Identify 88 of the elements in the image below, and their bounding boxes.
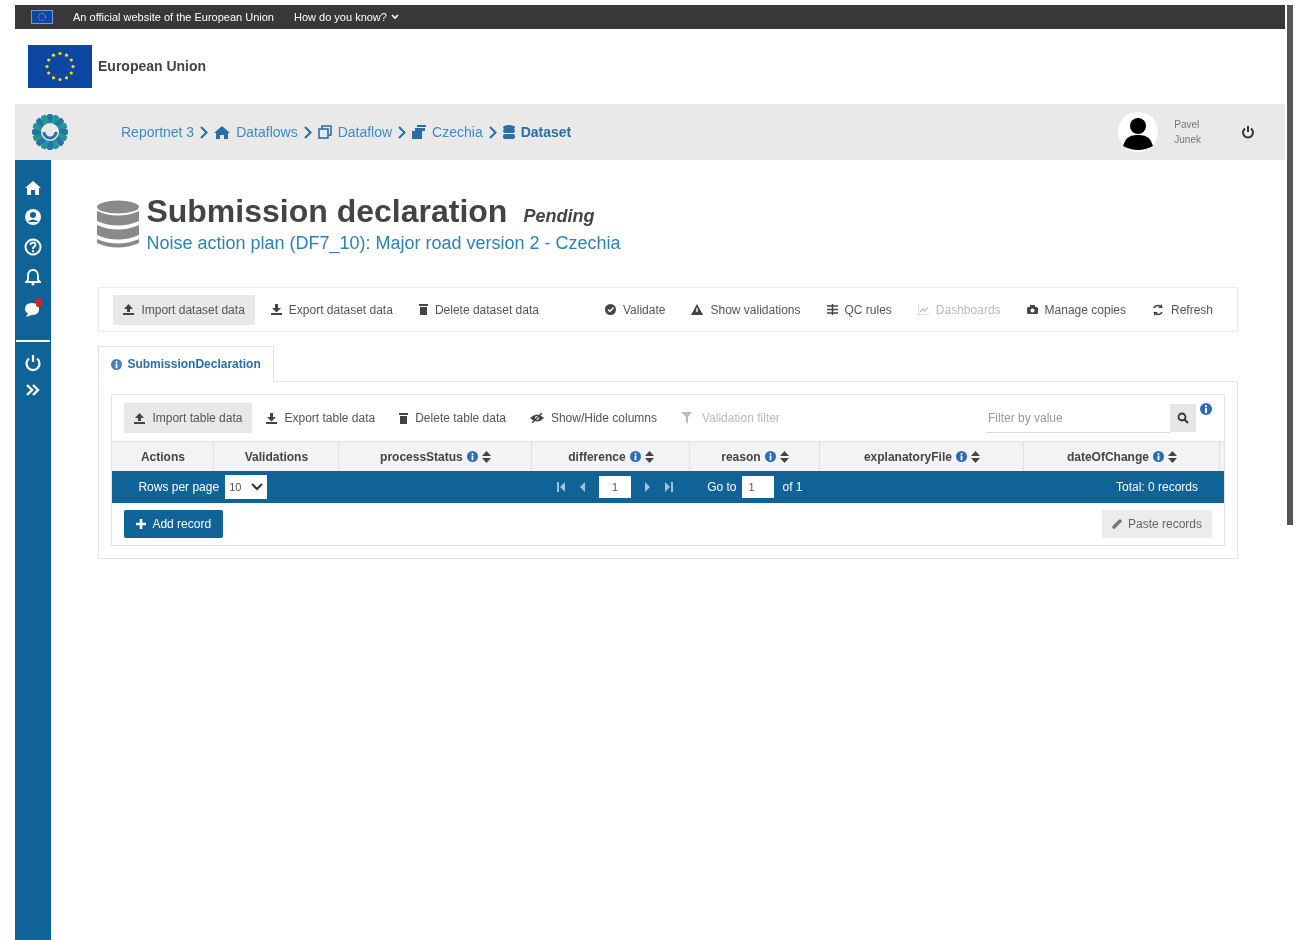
info-icon[interactable] bbox=[955, 451, 967, 462]
paste-records-button[interactable]: Paste records bbox=[1101, 510, 1212, 538]
search-icon[interactable] bbox=[1170, 404, 1196, 432]
chevron-right-icon bbox=[488, 125, 497, 139]
chevron-down-icon bbox=[390, 14, 399, 20]
chart-icon bbox=[917, 304, 929, 315]
sort-icon[interactable] bbox=[481, 450, 491, 463]
eye-slash-icon bbox=[529, 413, 544, 423]
refresh-icon bbox=[1151, 303, 1164, 316]
copy-icon bbox=[317, 125, 332, 139]
bell-icon[interactable] bbox=[25, 268, 42, 286]
sort-icon[interactable] bbox=[970, 450, 980, 463]
toolbar-button[interactable]: Validate bbox=[594, 294, 676, 325]
table-tab[interactable]: SubmissionDeclaration bbox=[98, 346, 274, 382]
goto-field[interactable]: 1 bbox=[742, 476, 775, 498]
sort-icon[interactable] bbox=[644, 450, 654, 463]
how-do-you-know-link[interactable]: How do you know? bbox=[294, 8, 399, 26]
toolbar-button[interactable]: Import dataset data bbox=[113, 294, 255, 325]
page-title: Submission declaration bbox=[146, 192, 508, 230]
home-icon bbox=[214, 125, 231, 139]
flag-icon bbox=[31, 10, 53, 24]
chat-icon[interactable] bbox=[23, 298, 44, 318]
toolbar-button[interactable]: Manage copies bbox=[1016, 294, 1136, 325]
camera-icon bbox=[1026, 305, 1038, 314]
plus-icon bbox=[136, 519, 147, 529]
download-icon bbox=[270, 304, 282, 315]
scrollbar[interactable] bbox=[1287, 5, 1293, 525]
reportnet-logo[interactable] bbox=[31, 113, 69, 151]
chevron-right-icon bbox=[398, 125, 407, 139]
stacked-documents-icon bbox=[412, 125, 427, 139]
user-icon[interactable] bbox=[24, 208, 43, 226]
toolbar-button[interactable]: Show/Hide columns bbox=[519, 403, 667, 433]
toolbar-button[interactable]: Export table data bbox=[256, 403, 386, 433]
info-icon[interactable] bbox=[466, 451, 478, 462]
toolbar-button[interactable]: QC rules bbox=[816, 294, 902, 325]
info-icon[interactable] bbox=[1152, 451, 1164, 462]
breadcrumb-link[interactable]: Dataset bbox=[520, 121, 572, 143]
chevron-right-icon bbox=[303, 125, 312, 139]
database-icon bbox=[502, 125, 515, 139]
info-icon[interactable] bbox=[1200, 403, 1212, 415]
info-icon bbox=[111, 358, 123, 370]
toolbar-button[interactable]: Import table data bbox=[124, 403, 253, 433]
page-number[interactable]: 1 bbox=[599, 476, 632, 498]
sort-icon[interactable] bbox=[779, 450, 789, 463]
site-title: European Union bbox=[98, 57, 207, 76]
upload-icon bbox=[123, 304, 135, 315]
database-icon bbox=[96, 199, 141, 250]
toolbar-button[interactable]: Delete dataset data bbox=[408, 294, 549, 325]
banner-text: An official website of the European Union bbox=[73, 9, 274, 25]
trash-icon bbox=[418, 304, 428, 315]
toolbar-button[interactable]: Show validations bbox=[681, 294, 811, 325]
chevron-down-icon bbox=[251, 483, 264, 491]
filter-field[interactable]: Filter by value bbox=[986, 403, 1170, 433]
filter-icon bbox=[681, 412, 695, 424]
sliders-icon bbox=[826, 304, 838, 315]
goto-label: Go to bbox=[707, 479, 737, 496]
logout-icon[interactable] bbox=[1241, 125, 1255, 139]
home-icon[interactable] bbox=[24, 180, 43, 196]
upload-icon bbox=[134, 412, 146, 424]
check-circle-icon bbox=[604, 304, 616, 315]
chevron-right-icon bbox=[200, 125, 209, 139]
logout-icon[interactable] bbox=[24, 354, 43, 372]
trash-icon bbox=[399, 412, 409, 424]
download-icon bbox=[266, 412, 278, 424]
info-icon[interactable] bbox=[764, 451, 776, 462]
user-avatar-icon[interactable] bbox=[1118, 112, 1159, 152]
user-last-name: Junek bbox=[1174, 133, 1201, 147]
previous-page-icon[interactable] bbox=[579, 482, 586, 492]
next-page-icon[interactable] bbox=[645, 482, 652, 492]
warning-icon bbox=[691, 304, 704, 315]
toolbar-button[interactable]: Refresh bbox=[1141, 294, 1223, 325]
info-icon[interactable] bbox=[629, 451, 641, 462]
sort-icon[interactable] bbox=[1167, 450, 1177, 463]
expand-icon[interactable] bbox=[26, 384, 41, 396]
add-record-button[interactable]: Add record bbox=[124, 510, 224, 538]
status-label: Pending bbox=[523, 205, 595, 228]
page-count: of 1 bbox=[782, 479, 803, 496]
page-subtitle: Noise action plan (DF7_10): Major road version 2 - Czechia bbox=[146, 232, 621, 256]
toolbar-button[interactable]: Export dataset data bbox=[260, 294, 403, 325]
user-first-name: Pavel bbox=[1174, 118, 1201, 132]
first-page-icon[interactable] bbox=[557, 482, 566, 492]
toolbar-button[interactable]: Delete table data bbox=[389, 403, 516, 433]
rows-per-page-label: Rows per page bbox=[138, 479, 220, 496]
help-icon[interactable] bbox=[24, 238, 43, 256]
total-records: Total: 0 records bbox=[1115, 479, 1198, 496]
rows-per-page-dropdown[interactable]: 10 bbox=[225, 475, 268, 499]
eu-flag-logo bbox=[28, 45, 92, 88]
last-page-icon[interactable] bbox=[665, 482, 674, 492]
